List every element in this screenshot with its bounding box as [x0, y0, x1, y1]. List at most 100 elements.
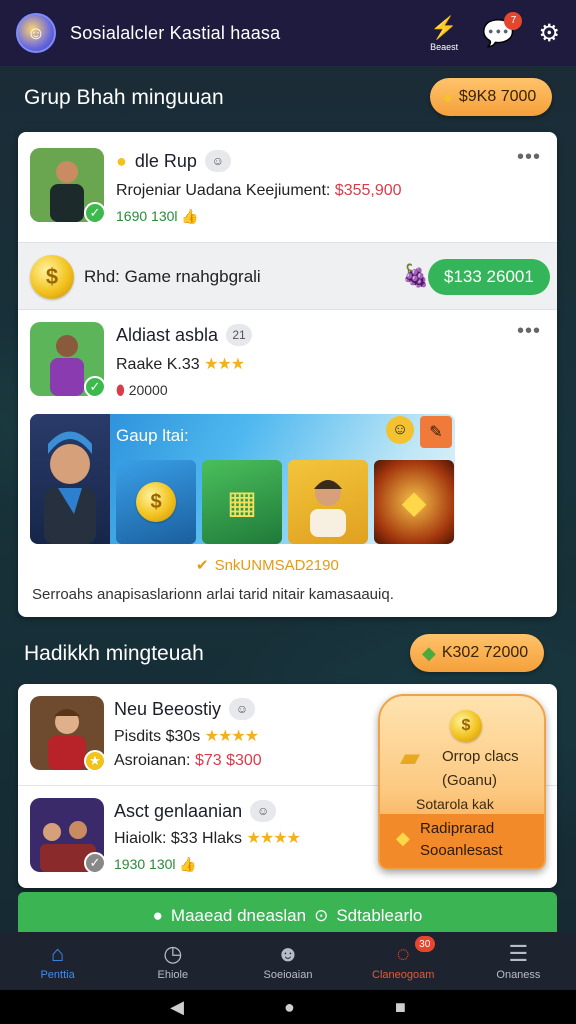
system-nav-bar: ◀ ● ■ [0, 990, 576, 1024]
game-tile[interactable]: $ [116, 460, 196, 544]
gold-icon: ◆ [396, 828, 410, 848]
nav-label: Onaness [496, 969, 541, 981]
popup-footer[interactable]: ◆ Radiprarad Sooanlesast [380, 814, 544, 868]
rating-stars: ★★★★ [246, 830, 301, 847]
home-icon: ⌂ [50, 941, 65, 966]
banner-avatar [30, 414, 110, 544]
person-illustration [44, 431, 96, 544]
rating-stars: ★★★★ [204, 728, 259, 745]
balance-value: $9K8 7000 [458, 88, 537, 105]
strip-value-pill[interactable]: $133 26001 [428, 259, 550, 295]
popup-line-4: Radiprarad [420, 820, 495, 837]
top-bar: ☺ Sosialalcler Kastial haasa ⚡ Beaest 💬 … [0, 0, 576, 66]
balance-pill[interactable]: ◆ K302 72000 [410, 634, 545, 672]
settings-button[interactable]: ⚙ [538, 19, 560, 48]
gear-icon: ⚙ [538, 19, 560, 47]
popup-line-1: Orrop clacs [442, 748, 519, 765]
edit-icon[interactable]: ✎ [420, 416, 452, 448]
item-description: Pisdits $30s [114, 728, 201, 745]
bolt-icon: ⚡ [430, 14, 458, 40]
item-name: Asct genlaanian [114, 800, 243, 821]
nav-label: Ehiole [157, 969, 189, 981]
item-description: Raake K.33 [116, 356, 200, 373]
nav-item-social[interactable]: ☻ Soeioaian [230, 932, 345, 990]
avatar: ✓ [30, 322, 104, 396]
balance-value: K302 72000 [441, 644, 529, 661]
coin-icon: $ [30, 255, 74, 299]
item-meta: 1690 130l [116, 208, 178, 224]
emoji-icon[interactable]: ☺ [386, 416, 414, 444]
people-icon: ☻ [276, 941, 300, 966]
nav-item-home[interactable]: ⌂ Penttia [0, 932, 115, 990]
bottom-nav: ⌂ Penttia ◷ Ehiole ☻ Soeioaian ◌ 30 Clan… [0, 932, 576, 990]
popup-line-2: (Goanu) [442, 772, 498, 789]
app-title: Sosialalcler Kastial haasa [70, 22, 281, 43]
item-meta: 1930 130l [114, 856, 176, 872]
nav-badge: 30 [414, 936, 435, 952]
thumbs-up-icon: 👍 [179, 856, 197, 872]
item-name: Aldiast asbla [116, 324, 219, 345]
nav-item-menu[interactable]: ☰ Onaness [461, 932, 576, 990]
messages-button[interactable]: 💬 7 [482, 11, 523, 49]
item-meta: 20000 [128, 382, 168, 398]
strip-value: $133 26001 [444, 267, 534, 286]
home-button-icon[interactable]: ● [284, 997, 295, 1018]
list-item[interactable]: ✓ ● dle Rup ☺ Rrojeniar Uadana Keejiumen… [18, 132, 557, 242]
tag-chip: ☺ [250, 800, 277, 822]
tag-chip: ☺ [229, 698, 256, 720]
nav-item-history[interactable]: ◷ Ehiole [115, 932, 230, 990]
verified-icon: ✓ [84, 202, 104, 222]
item-sub-label: Asroianan: [114, 752, 191, 769]
game-tile[interactable] [288, 460, 368, 544]
red-gem-icon: ⬮ [116, 382, 125, 398]
recents-icon[interactable]: ■ [395, 997, 406, 1018]
app-logo[interactable]: ☺ [16, 13, 56, 53]
coin-icon: $ [136, 482, 176, 522]
avatar: ✓ [30, 148, 104, 222]
strip-text: Rhd: Game rnahgbgrali [84, 267, 261, 286]
coin-icon: ● [442, 86, 453, 107]
menu-icon: ☰ [508, 941, 529, 966]
check-icon: ✔ [196, 557, 209, 574]
coin-icon: $ [450, 710, 482, 742]
item-description: Hiaiolk: $33 Hlaks [114, 830, 243, 847]
cta-suffix: Sdtablearlo [336, 906, 423, 925]
avatar: ✓ [30, 798, 104, 872]
chat-icon: ◌ [396, 941, 410, 966]
money-icon: ◆ [422, 642, 436, 663]
promo-code: SnkUNMSAD2190 [214, 556, 339, 574]
reward-popup[interactable]: $ ▰ Orrop clacs (Goanu) Sotarola kak ◆ R… [378, 694, 546, 870]
game-tile[interactable]: ◆ [374, 460, 454, 544]
nav-item-chat[interactable]: ◌ 30 Claneogoam [346, 932, 461, 990]
more-options-icon[interactable]: ••• [517, 146, 541, 169]
verified-icon: ✓ [84, 376, 104, 396]
banner-title: Gaup ltai: [116, 426, 189, 445]
popup-line-5: Sooanlesast [420, 842, 503, 859]
boost-button[interactable]: ⚡ Beaest [430, 15, 458, 52]
item-amount: $73 $300 [194, 752, 262, 769]
cta-label: Maaead dneaslan [170, 906, 307, 925]
clock-icon: ◷ [163, 941, 183, 966]
game-strip[interactable]: $ Rhd: Game rnahgbgrali 🍇 $133 26001 [18, 242, 557, 310]
avatar: ★ [30, 696, 104, 770]
item-amount: $355,900 [334, 182, 402, 199]
more-options-icon[interactable]: ••• [517, 320, 541, 343]
back-icon[interactable]: ◀ [170, 997, 184, 1018]
rating-stars: ★★★ [204, 356, 245, 373]
verified-icon: ✓ [84, 852, 104, 872]
list-item[interactable]: ✓ Aldiast asbla 21 Raake K.33 ★★★ ⬮ 2000… [18, 310, 557, 410]
banner-description: Serroahs anapisaslarionn arlai tarid nit… [32, 586, 394, 603]
groups-card: ✓ ● dle Rup ☺ Rrojeniar Uadana Keejiumen… [18, 132, 557, 617]
section-title-groups: Grup Bhah minguuan [24, 86, 224, 109]
nav-label: Claneogoam [372, 969, 435, 981]
game-tile[interactable]: ▦ [202, 460, 282, 544]
treasure-icon: ◆ [401, 484, 427, 520]
section-title-highlights: Hadikkh mingteuah [24, 642, 204, 665]
emoji-icon: ● [116, 150, 127, 171]
nav-label: Penttia [40, 969, 75, 981]
balance-pill[interactable]: ● $9K8 7000 [430, 78, 553, 116]
item-name: Neu Beeostiy [114, 698, 222, 719]
person-illustration [310, 480, 346, 537]
grape-icon: 🍇 [402, 263, 430, 288]
leaf-icon: ● [152, 906, 163, 925]
